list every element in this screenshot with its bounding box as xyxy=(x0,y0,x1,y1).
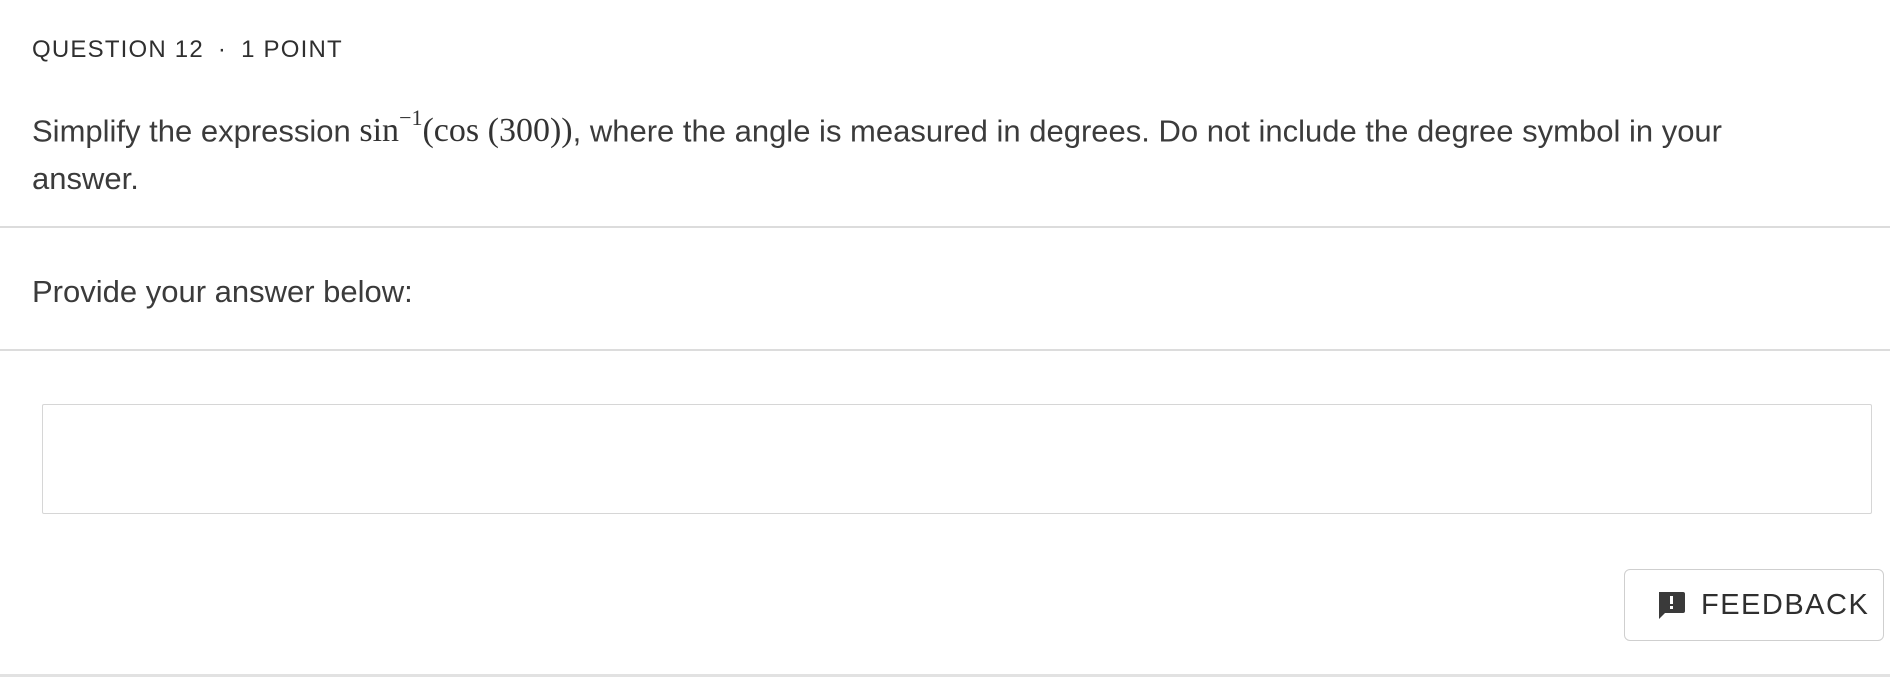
feedback-label: FEEDBACK xyxy=(1701,588,1870,621)
header-separator: · xyxy=(217,36,228,63)
bottom-divider xyxy=(0,674,1890,677)
question-number: QUESTION 12 xyxy=(32,36,204,63)
question-header: QUESTION 12 · 1 POINT xyxy=(32,36,343,64)
divider-top xyxy=(0,226,1890,228)
divider-middle xyxy=(0,349,1890,351)
question-points: 1 POINT xyxy=(241,36,343,63)
math-expression: sin−1(cos (300)) xyxy=(359,105,573,150)
feedback-speech-bubble-icon xyxy=(1655,589,1687,621)
question-text: Simplify the expression sin−1(cos (300))… xyxy=(32,98,1832,203)
answer-input[interactable] xyxy=(42,404,1872,514)
feedback-button[interactable]: FEEDBACK xyxy=(1624,569,1884,641)
answer-prompt: Provide your answer below: xyxy=(32,274,413,309)
math-superscript: −1 xyxy=(399,105,423,130)
question-text-before: Simplify the expression xyxy=(32,113,360,149)
math-function: sin xyxy=(359,112,400,150)
math-argument: (cos (300)) xyxy=(422,112,573,150)
